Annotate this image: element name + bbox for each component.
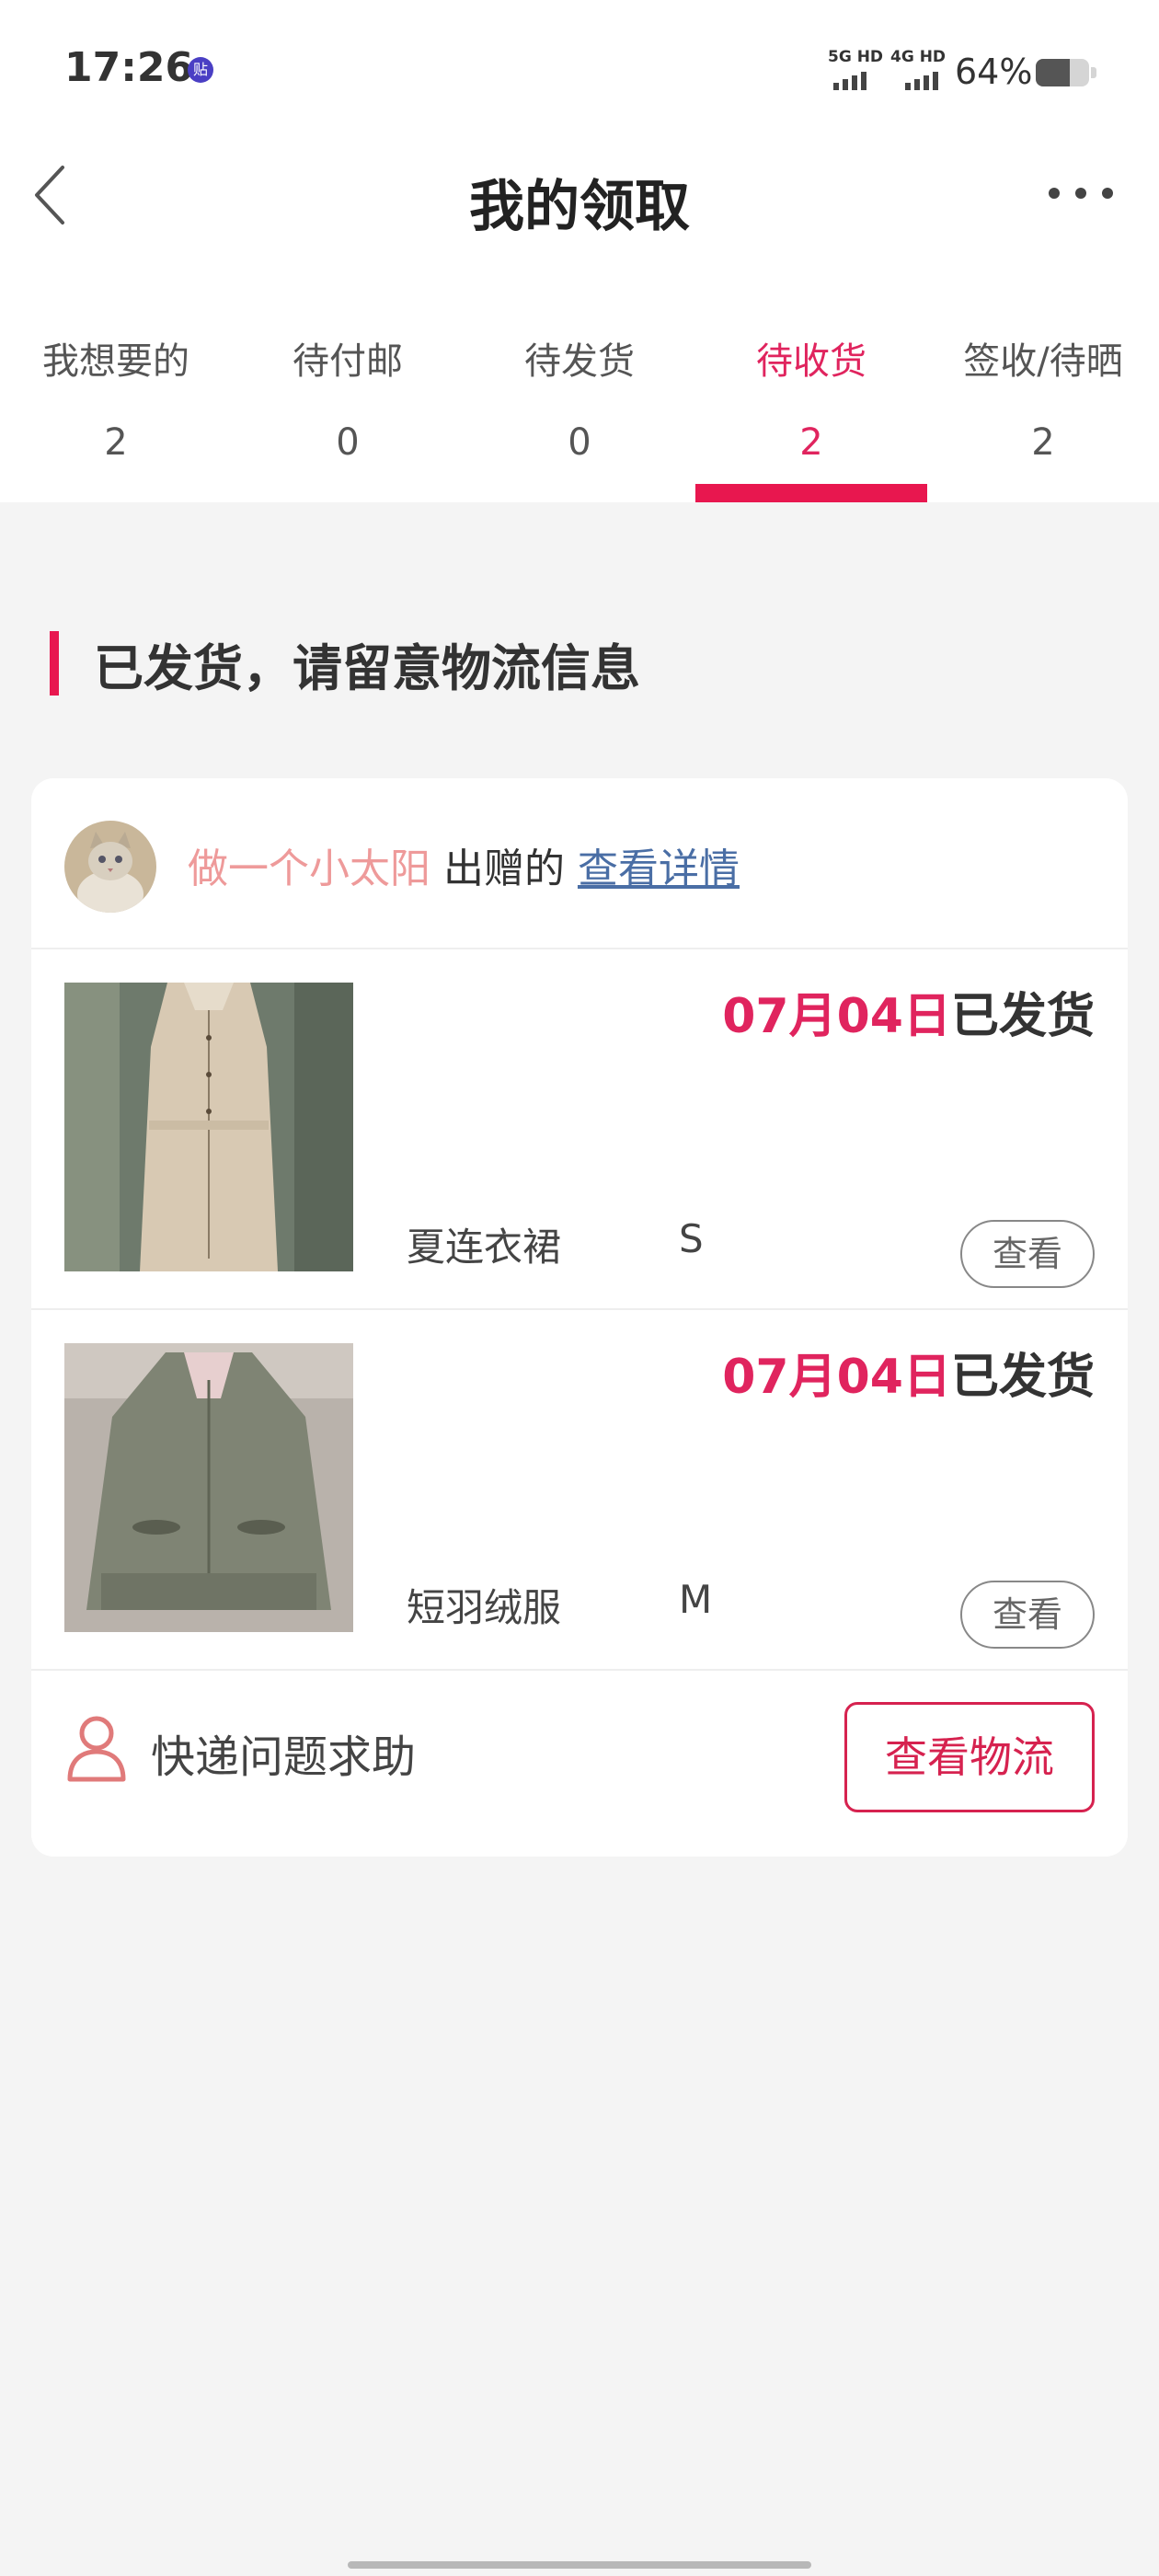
signal-sim1-icon (833, 72, 866, 90)
battery-icon (1036, 59, 1089, 86)
tab-count: 2 (799, 421, 823, 464)
status-bar: 17:26 贴 5G HD 4G HD 64% (0, 0, 1159, 138)
list-item: 07月04日已发货 夏连衣裙 S 查看 (31, 949, 1128, 1310)
person-icon (67, 1716, 126, 1782)
tab-pending-receipt[interactable]: 待收货 2 (695, 294, 927, 502)
view-item-button[interactable]: 查看 (960, 1220, 1095, 1288)
section-heading: 已发货，请留意物流信息 (50, 631, 640, 697)
notification-badge-icon: 贴 (188, 57, 213, 83)
item-image[interactable] (64, 983, 353, 1271)
giver-name[interactable]: 做一个小太阳 (188, 845, 430, 892)
giver-suffix: 出赠的 (430, 845, 578, 892)
signal-sim2-icon (905, 72, 938, 90)
shipping-status: 07月04日已发货 (722, 1338, 1095, 1407)
tab-label: 我想要的 (42, 340, 189, 383)
section-accent-bar (50, 631, 59, 696)
dress-photo-icon (64, 983, 353, 1271)
active-tab-indicator (695, 484, 927, 502)
view-item-button[interactable]: 查看 (960, 1581, 1095, 1649)
section-title: 已发货，请留意物流信息 (94, 638, 640, 697)
tab-received[interactable]: 签收/待晒 2 (927, 294, 1159, 502)
jacket-photo-icon (64, 1343, 353, 1632)
page-title: 我的领取 (469, 175, 690, 239)
battery-fill (1036, 59, 1071, 86)
tab-count: 2 (104, 421, 128, 464)
order-card: 做一个小太阳 出赠的 查看详情 07月04日已发货 夏连衣裙 S 查看 07月0… (31, 778, 1128, 1857)
sim2-label: 4G HD (890, 48, 947, 66)
item-size: M (679, 1577, 713, 1622)
order-card-footer: 快递问题求助 查看物流 (31, 1671, 1128, 1857)
tab-count: 0 (568, 421, 591, 464)
item-name: 短羽绒服 (407, 1585, 562, 1630)
tab-label: 待收货 (756, 340, 866, 383)
tab-label: 待发货 (524, 340, 635, 383)
list-item: 07月04日已发货 短羽绒服 M 查看 (31, 1310, 1128, 1671)
ship-date: 07月04日 (722, 1350, 951, 1405)
ship-date: 07月04日 (722, 989, 951, 1044)
order-card-header: 做一个小太阳 出赠的 查看详情 (31, 778, 1128, 949)
nav-bar: 我的领取 (0, 138, 1159, 294)
battery-percent: 64% (955, 52, 1033, 92)
tab-wanted[interactable]: 我想要的 2 (0, 294, 232, 502)
order-tabs: 我想要的 2 待付邮 0 待发货 0 待收货 2 签收/待晒 2 (0, 294, 1159, 502)
battery-tip (1091, 67, 1096, 78)
sim1-label: 5G HD (828, 48, 884, 66)
cat-avatar-icon (64, 821, 156, 913)
tab-label: 签收/待晒 (963, 340, 1123, 383)
item-size: S (679, 1216, 704, 1261)
status-time: 17:26 (64, 44, 194, 91)
tab-count: 2 (1031, 421, 1055, 464)
avatar[interactable] (64, 821, 156, 913)
tab-count: 0 (336, 421, 360, 464)
item-image[interactable] (64, 1343, 353, 1632)
view-logistics-button[interactable]: 查看物流 (844, 1702, 1095, 1812)
tab-label: 待付邮 (293, 340, 403, 383)
tab-pending-shipment[interactable]: 待发货 0 (464, 294, 695, 502)
more-menu-icon[interactable] (1049, 175, 1113, 212)
help-label: 快递问题求助 (151, 1731, 417, 1783)
home-indicator[interactable] (348, 2561, 811, 2569)
view-details-link[interactable]: 查看详情 (578, 845, 740, 892)
ship-status-text: 已发货 (950, 1350, 1095, 1405)
item-name: 夏连衣裙 (407, 1225, 562, 1270)
ship-status-text: 已发货 (950, 989, 1095, 1044)
shipping-status: 07月04日已发货 (722, 977, 1095, 1046)
giver-line: 做一个小太阳 出赠的 查看详情 (188, 835, 740, 894)
tab-pending-postage[interactable]: 待付邮 0 (232, 294, 464, 502)
